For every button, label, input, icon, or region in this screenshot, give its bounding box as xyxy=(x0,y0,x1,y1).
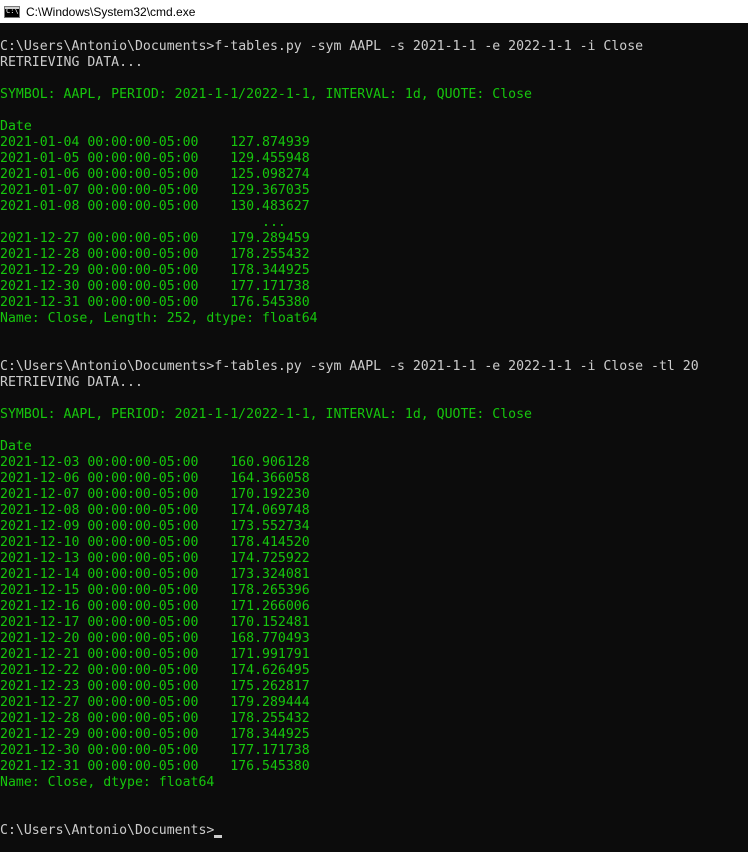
data-row: 2021-12-21 00:00:00-05:00 171.991791 xyxy=(0,647,310,662)
title-bar[interactable]: C:\Windows\System32\cmd.exe xyxy=(0,0,748,23)
cmd-icon xyxy=(4,5,20,18)
command: f-tables.py -sym AAPL -s 2021-1-1 -e 202… xyxy=(214,359,699,374)
data-row: 2021-12-30 00:00:00-05:00 177.171738 xyxy=(0,743,310,758)
prompt: C:\Users\Antonio\Documents> xyxy=(0,359,215,374)
data-row: 2021-12-29 00:00:00-05:00 178.344925 xyxy=(0,727,310,742)
data-row: 2021-12-13 00:00:00-05:00 174.725922 xyxy=(0,551,310,566)
data-row: 2021-01-07 00:00:00-05:00 129.367035 xyxy=(0,183,310,198)
series-footer: Name: Close, dtype: float64 xyxy=(0,775,215,790)
data-row: 2021-12-27 00:00:00-05:00 179.289444 xyxy=(0,695,310,710)
ellipsis-row: ... xyxy=(0,215,286,230)
command-line: C:\Users\Antonio\Documents>f-tables.py -… xyxy=(0,359,748,375)
data-row: 2021-01-06 00:00:00-05:00 125.098274 xyxy=(0,167,310,182)
status-line: RETRIEVING DATA... xyxy=(0,375,143,390)
data-row: 2021-12-15 00:00:00-05:00 178.265396 xyxy=(0,583,310,598)
text-cursor xyxy=(214,835,223,838)
data-row: 2021-12-28 00:00:00-05:00 178.255432 xyxy=(0,711,310,726)
data-row: 2021-12-09 00:00:00-05:00 173.552734 xyxy=(0,519,310,534)
data-row: 2021-12-06 00:00:00-05:00 164.366058 xyxy=(0,471,310,486)
command: f-tables.py -sym AAPL -s 2021-1-1 -e 202… xyxy=(214,39,644,54)
data-row: 2021-12-27 00:00:00-05:00 179.289459 xyxy=(0,231,310,246)
prompt: C:\Users\Antonio\Documents> xyxy=(0,823,215,838)
prompt: C:\Users\Antonio\Documents> xyxy=(0,39,215,54)
data-row: 2021-12-23 00:00:00-05:00 175.262817 xyxy=(0,679,310,694)
command-line: C:\Users\Antonio\Documents>f-tables.py -… xyxy=(0,39,748,55)
active-prompt-line[interactable]: C:\Users\Antonio\Documents> xyxy=(0,823,748,839)
data-row: 2021-01-08 00:00:00-05:00 130.483627 xyxy=(0,199,310,214)
status-line: RETRIEVING DATA... xyxy=(0,55,143,70)
data-row: 2021-12-31 00:00:00-05:00 176.545380 xyxy=(0,759,310,774)
series-footer: Name: Close, Length: 252, dtype: float64 xyxy=(0,311,318,326)
data-row: 2021-12-08 00:00:00-05:00 174.069748 xyxy=(0,503,310,518)
data-row: 2021-12-03 00:00:00-05:00 160.906128 xyxy=(0,455,310,470)
data-row: 2021-12-16 00:00:00-05:00 171.266006 xyxy=(0,599,310,614)
console-output[interactable]: C:\Users\Antonio\Documents>f-tables.py -… xyxy=(0,23,748,852)
data-row: 2021-12-14 00:00:00-05:00 173.324081 xyxy=(0,567,310,582)
query-header: SYMBOL: AAPL, PERIOD: 2021-1-1/2022-1-1,… xyxy=(0,87,532,102)
data-row: 2021-12-20 00:00:00-05:00 168.770493 xyxy=(0,631,310,646)
data-row: 2021-12-10 00:00:00-05:00 178.414520 xyxy=(0,535,310,550)
data-row: 2021-12-17 00:00:00-05:00 170.152481 xyxy=(0,615,310,630)
data-row: 2021-12-29 00:00:00-05:00 178.344925 xyxy=(0,263,310,278)
data-row: 2021-12-22 00:00:00-05:00 174.626495 xyxy=(0,663,310,678)
data-row: 2021-12-07 00:00:00-05:00 170.192230 xyxy=(0,487,310,502)
data-row: 2021-12-31 00:00:00-05:00 176.545380 xyxy=(0,295,310,310)
window-title: C:\Windows\System32\cmd.exe xyxy=(26,4,196,19)
index-name: Date xyxy=(0,439,32,454)
data-row: 2021-01-04 00:00:00-05:00 127.874939 xyxy=(0,135,310,150)
data-row: 2021-12-28 00:00:00-05:00 178.255432 xyxy=(0,247,310,262)
query-header: SYMBOL: AAPL, PERIOD: 2021-1-1/2022-1-1,… xyxy=(0,407,532,422)
index-name: Date xyxy=(0,119,32,134)
data-row: 2021-12-30 00:00:00-05:00 177.171738 xyxy=(0,279,310,294)
data-row: 2021-01-05 00:00:00-05:00 129.455948 xyxy=(0,151,310,166)
